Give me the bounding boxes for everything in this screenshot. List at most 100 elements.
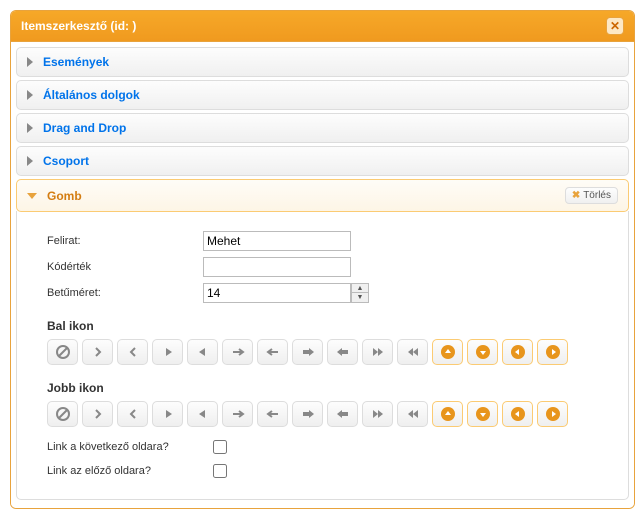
icon-option-circle-down[interactable] bbox=[467, 339, 498, 365]
dialog-title: Itemszerkesztő (id: ) bbox=[21, 19, 136, 33]
icon-option-arrow-right-thin[interactable] bbox=[222, 339, 253, 365]
caption-label: Felirat: bbox=[47, 235, 203, 247]
cancel-icon bbox=[56, 407, 70, 421]
chevron-right-icon bbox=[92, 346, 104, 358]
delete-icon: ✖ bbox=[572, 190, 580, 201]
accordion-header-group[interactable]: Csoport bbox=[16, 146, 629, 176]
link-prev-label: Link az előző oldara? bbox=[47, 465, 203, 477]
arrow-right-thin-icon bbox=[231, 408, 245, 420]
icon-option-arrow-left[interactable] bbox=[327, 339, 358, 365]
spinner-down-button[interactable]: ▼ bbox=[352, 293, 368, 302]
circle-right-icon bbox=[545, 344, 561, 360]
spinner-buttons: ▲ ▼ bbox=[351, 283, 369, 303]
icon-option-circle-up[interactable] bbox=[432, 339, 463, 365]
link-prev-row: Link az előző oldara? bbox=[47, 461, 598, 481]
triangle-right-icon bbox=[162, 408, 174, 420]
cancel-icon bbox=[56, 345, 70, 359]
chevron-right-icon bbox=[27, 57, 33, 67]
chevron-right-icon bbox=[27, 156, 33, 166]
arrow-right-icon bbox=[301, 346, 315, 358]
icon-option-cancel[interactable] bbox=[47, 401, 78, 427]
circle-left-icon bbox=[510, 406, 526, 422]
accordion-label: Általános dolgok bbox=[43, 88, 140, 102]
arrow-right-thin-icon bbox=[231, 346, 245, 358]
icon-option-circle-left[interactable] bbox=[502, 401, 533, 427]
icon-option-circle-up[interactable] bbox=[432, 401, 463, 427]
link-next-checkbox[interactable] bbox=[213, 440, 227, 454]
chevron-left-icon bbox=[127, 346, 139, 358]
arrow-right-icon bbox=[301, 408, 315, 420]
link-prev-checkbox[interactable] bbox=[213, 464, 227, 478]
fast-forward-icon bbox=[371, 408, 385, 420]
triangle-left-icon bbox=[197, 408, 209, 420]
accordion-panel-button: Felirat: Kódérték Betűméret: ▲ ▼ Bal iko… bbox=[16, 211, 629, 500]
link-next-label: Link a következő oldara? bbox=[47, 441, 203, 453]
accordion-header-dragdrop[interactable]: Drag and Drop bbox=[16, 113, 629, 143]
icon-option-triangle-left[interactable] bbox=[187, 401, 218, 427]
icon-option-triangle-left[interactable] bbox=[187, 339, 218, 365]
left-icon-buttonset bbox=[47, 339, 598, 365]
icon-option-circle-right[interactable] bbox=[537, 339, 568, 365]
spinner-up-button[interactable]: ▲ bbox=[352, 284, 368, 293]
circle-down-icon bbox=[475, 344, 491, 360]
chevron-right-icon bbox=[92, 408, 104, 420]
circle-right-icon bbox=[545, 406, 561, 422]
chevron-right-icon bbox=[27, 90, 33, 100]
codevalue-input[interactable] bbox=[203, 257, 351, 277]
fast-forward-icon bbox=[371, 346, 385, 358]
accordion-header-general[interactable]: Általános dolgok bbox=[16, 80, 629, 110]
codevalue-label: Kódérték bbox=[47, 261, 203, 273]
rewind-icon bbox=[406, 408, 420, 420]
fontsize-row: Betűméret: ▲ ▼ bbox=[47, 283, 598, 303]
icon-option-triangle-right[interactable] bbox=[152, 401, 183, 427]
icon-option-chevron-left[interactable] bbox=[117, 401, 148, 427]
dialog-titlebar[interactable]: Itemszerkesztő (id: ) ✕ bbox=[11, 11, 634, 42]
accordion-label: Csoport bbox=[43, 154, 89, 168]
delete-label: Törlés bbox=[583, 190, 611, 201]
fontsize-input[interactable] bbox=[203, 283, 351, 303]
arrow-left-thin-icon bbox=[266, 408, 280, 420]
icon-option-chevron-right[interactable] bbox=[82, 339, 113, 365]
chevron-left-icon bbox=[127, 408, 139, 420]
icon-option-arrow-right-thin[interactable] bbox=[222, 401, 253, 427]
icon-option-chevron-right[interactable] bbox=[82, 401, 113, 427]
icon-option-fast-forward[interactable] bbox=[362, 401, 393, 427]
fontsize-label: Betűméret: bbox=[47, 287, 203, 299]
icon-option-circle-right[interactable] bbox=[537, 401, 568, 427]
delete-button[interactable]: ✖ Törlés bbox=[565, 187, 618, 204]
icon-option-fast-forward[interactable] bbox=[362, 339, 393, 365]
icon-option-cancel[interactable] bbox=[47, 339, 78, 365]
accordion-label: Események bbox=[43, 55, 109, 69]
dialog-body: Események Általános dolgok Drag and Drop… bbox=[11, 42, 634, 508]
icon-option-chevron-left[interactable] bbox=[117, 339, 148, 365]
right-icon-buttonset bbox=[47, 401, 598, 427]
icon-option-arrow-right[interactable] bbox=[292, 339, 323, 365]
item-editor-dialog: Itemszerkesztő (id: ) ✕ Események Általá… bbox=[10, 10, 635, 509]
close-icon: ✕ bbox=[610, 19, 620, 33]
fontsize-spinner: ▲ ▼ bbox=[203, 283, 369, 303]
codevalue-row: Kódérték bbox=[47, 257, 598, 277]
caption-row: Felirat: bbox=[47, 231, 598, 251]
icon-option-arrow-left[interactable] bbox=[327, 401, 358, 427]
link-next-row: Link a következő oldara? bbox=[47, 437, 598, 457]
icon-option-arrow-right[interactable] bbox=[292, 401, 323, 427]
accordion-header-button[interactable]: Gomb ✖ Törlés bbox=[16, 179, 629, 212]
accordion-header-events[interactable]: Események bbox=[16, 47, 629, 77]
icon-option-triangle-right[interactable] bbox=[152, 339, 183, 365]
icon-option-arrow-left-thin[interactable] bbox=[257, 339, 288, 365]
caption-input[interactable] bbox=[203, 231, 351, 251]
icon-option-arrow-left-thin[interactable] bbox=[257, 401, 288, 427]
icon-option-circle-down[interactable] bbox=[467, 401, 498, 427]
close-button[interactable]: ✕ bbox=[606, 17, 624, 35]
circle-down-icon bbox=[475, 406, 491, 422]
icon-option-rewind[interactable] bbox=[397, 401, 428, 427]
arrow-left-icon bbox=[336, 346, 350, 358]
rewind-icon bbox=[406, 346, 420, 358]
arrow-left-icon bbox=[336, 408, 350, 420]
icon-option-rewind[interactable] bbox=[397, 339, 428, 365]
right-icon-heading: Jobb ikon bbox=[47, 381, 598, 395]
left-icon-heading: Bal ikon bbox=[47, 319, 598, 333]
icon-option-circle-left[interactable] bbox=[502, 339, 533, 365]
circle-up-icon bbox=[440, 406, 456, 422]
chevron-right-icon bbox=[27, 123, 33, 133]
